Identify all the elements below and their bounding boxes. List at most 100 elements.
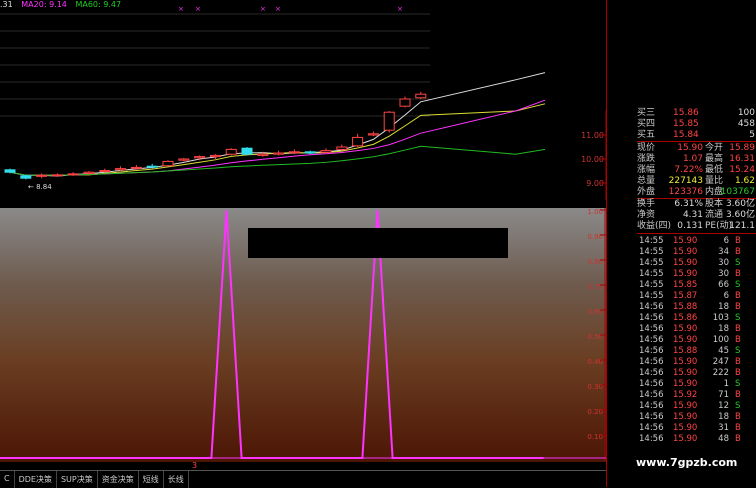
indicator-axis-label: 1.00 [587,208,603,216]
tick-row: 14:56 15.90 12 S [639,401,756,411]
tick-volume: 30 [718,258,729,268]
ma60-label: MA60: 9.47 [75,0,122,9]
tab-1[interactable]: DDE决策 [15,471,57,488]
tab-5[interactable]: 长线 [164,471,189,488]
tick-time: 14:56 [639,346,664,356]
tick-price: 15.90 [673,324,698,334]
tick-row: 14:56 15.88 45 S [639,346,756,356]
candle-body [36,174,48,177]
tab-2[interactable]: SUP决策 [57,471,98,488]
bid-row: 买四 15.85 458 [607,119,756,130]
tick-time: 14:55 [639,247,664,257]
candle-body [367,133,379,136]
candle-body [146,165,158,168]
tick-row: 14:56 15.90 100 B [639,335,756,345]
tick-price: 15.88 [673,302,698,312]
candle-body [209,154,221,158]
tick-volume: 247 [712,357,729,367]
candle-body [115,168,127,171]
tick-row: 14:55 15.90 30 B [639,269,756,279]
stat-label: 现价 [637,143,656,153]
indicator-bottom-label: 3 [192,461,198,470]
tick-side: S [735,401,741,411]
tick-volume: 48 [718,434,729,444]
tick-row: 14:56 15.90 18 B [639,412,756,422]
tick-time: 14:56 [639,324,664,334]
tick-row: 14:55 15.85 66 S [639,280,756,290]
tick-time: 14:56 [639,313,664,323]
tick-side: B [735,368,741,378]
bid-price: 15.86 [673,108,699,118]
tick-price: 15.90 [673,236,698,246]
tick-price: 15.90 [673,401,698,411]
stat-value: 15.90 [677,143,703,153]
tick-time: 14:56 [639,335,664,345]
indicator-axis-label: 0.20 [587,408,603,416]
tick-volume: 66 [718,280,729,290]
tick-side: S [735,280,741,290]
candle-body [162,160,174,167]
indicator-panel[interactable]: 1.00 0.90 0.80 0.70 0.60 0.50 0.40 0.30 0.20 0.10… [0,208,606,470]
indicator-axis-label: 0.40 [587,358,603,366]
tick-price: 15.90 [673,269,698,279]
stat-label: 股本 [705,199,724,209]
tick-row: 14:56 15.90 31 B [639,423,756,433]
tab-3[interactable]: 资金决策 [98,471,139,488]
stat-row: 涨跌 1.07 最高 16.31 [607,154,756,165]
tick-volume: 45 [718,346,729,356]
candle-body [178,158,190,161]
bid-row: 买三 15.86 100 [607,108,756,119]
tick-row: 14:56 15.90 1 S [639,379,756,389]
candle-body [194,156,206,159]
bid-volume: 100 [737,108,755,118]
tab-0[interactable]: C [0,471,15,488]
ma60-line [9,145,546,176]
tick-side: S [735,379,741,389]
stat-label: 最高 [705,154,724,164]
tick-side: B [735,423,741,433]
kline-panel[interactable]: × × × × × 11.00 10.00 9.00 ← 8.84 .31 MA20: 9.14… [0,0,607,200]
tick-volume: 6 [723,291,729,301]
tick-volume: 18 [718,324,729,334]
tick-price: 15.90 [673,357,698,367]
candle-body [20,175,32,179]
bid-row: 买五 15.84 5 [607,130,756,141]
bid-volume: 458 [737,119,755,129]
stat-label: 外盘 [637,187,656,197]
ma20-label: MA20: 9.14 [21,0,67,9]
tick-price: 15.90 [673,434,698,444]
stat-value: 1.07 [682,154,703,164]
tick-row: 14:56 15.90 18 B [639,324,756,334]
tick-price: 15.88 [673,346,698,356]
tick-side: B [735,236,741,246]
tick-volume: 31 [718,423,729,433]
candle-body [4,169,16,173]
stat-label: 最低 [705,165,724,175]
tick-price: 15.87 [673,291,698,301]
signal-marker: × [397,5,403,13]
stat-label: 总量 [637,176,656,186]
stat-value: 3.60亿 [725,210,755,220]
candle-body [415,93,427,99]
stat-value: 7.22% [674,165,703,175]
candle-body [399,98,411,107]
tick-volume: 100 [712,335,729,345]
bid-label: 买五 [637,130,656,140]
tab-4[interactable]: 短线 [139,471,164,488]
candle-body [99,170,111,173]
stat-value: 1.62 [734,176,755,186]
stat-label: 涨幅 [637,165,656,175]
tick-volume: 18 [718,412,729,422]
stat-value: 227143 [668,176,703,186]
candle-body [288,151,300,154]
indicator-axis-label: 0.50 [587,333,603,341]
tick-side: S [735,346,741,356]
tick-time: 14:55 [639,258,664,268]
tick-row: 14:55 15.90 6 B [639,236,756,246]
tick-volume: 6 [723,236,729,246]
tick-price: 15.90 [673,335,698,345]
tick-volume: 18 [718,302,729,312]
candle-body [257,153,269,156]
bid-price: 15.85 [673,119,699,129]
tick-row: 14:55 15.90 30 S [639,258,756,268]
